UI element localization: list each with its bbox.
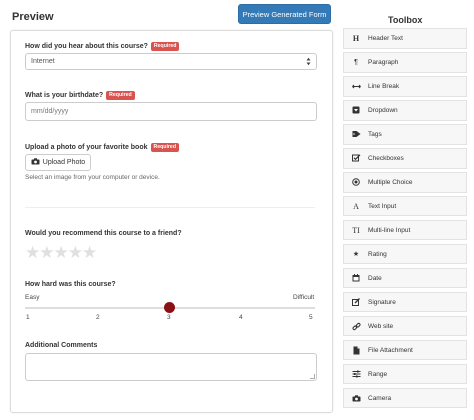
range-tick-label: 5 — [309, 314, 313, 321]
toolbox-item-multiple-choice[interactable]: Multiple Choice — [343, 171, 467, 193]
header-icon: H — [352, 33, 360, 43]
resize-grip-icon[interactable] — [310, 374, 315, 379]
multiple-choice-icon — [344, 178, 368, 187]
toolbox-item-label: Text Input — [368, 202, 397, 210]
toolbox-list: H Header Text ¶ Paragraph Line Break Dro… — [343, 28, 467, 412]
toolbox-item-label: Dropdown — [368, 106, 398, 114]
signature-icon — [344, 298, 368, 307]
multi-line-input-icon: TI — [352, 225, 360, 235]
birthdate-placeholder: mm/dd/yyyy — [31, 108, 69, 115]
toolbox-item-label: Multi-line Input — [368, 226, 411, 234]
toolbox-item-label: Multiple Choice — [368, 178, 413, 186]
question-photo-label: Upload a photo of your favorite book Req… — [25, 143, 179, 152]
range-icon — [344, 370, 368, 378]
star-icon[interactable]: ★ — [68, 244, 83, 261]
range-tick-label: 2 — [96, 314, 100, 321]
camera-icon — [31, 158, 43, 167]
toolbox-item-signature[interactable]: Signature — [343, 291, 467, 313]
toolbox-item-header-text[interactable]: H Header Text — [343, 28, 467, 49]
toolbox-item-label: Paragraph — [368, 58, 399, 66]
referral-dropdown[interactable]: Internet — [25, 53, 317, 70]
comments-textarea[interactable] — [25, 353, 317, 381]
question-difficulty-label: How hard was this course? — [25, 281, 116, 288]
toolbox-item-label: Signature — [368, 298, 396, 306]
toolbox-item-label: Rating — [368, 250, 387, 258]
preview-title: Preview — [12, 11, 54, 23]
upload-photo-label: Upload Photo — [42, 159, 86, 166]
question-photo-text: Upload a photo of your favorite book — [25, 144, 148, 151]
web-site-icon — [344, 322, 368, 331]
range-max-label: Difficult — [293, 294, 315, 301]
star-icon[interactable]: ★ — [39, 244, 54, 261]
toolbox-item-tags[interactable]: Tags — [343, 123, 467, 145]
dropdown-icon — [344, 106, 368, 114]
star-icon[interactable]: ★ — [54, 244, 69, 261]
toolbox-item-web-site[interactable]: Web site — [343, 315, 467, 337]
toolbox-item-label: Range — [368, 370, 388, 378]
toolbox-item-range[interactable]: Range — [343, 363, 467, 385]
toolbox-item-label: Date — [368, 274, 382, 282]
toolbox-item-label: Line Break — [368, 82, 400, 90]
camera-icon — [344, 394, 368, 402]
toolbox-item-label: File Attachment — [368, 346, 413, 354]
question-referral-label: How did you hear about this course? Requ… — [25, 42, 180, 51]
toolbox-item-date[interactable]: Date — [343, 267, 467, 289]
range-tick-label: 1 — [26, 314, 30, 321]
divider — [25, 207, 315, 208]
toolbox-item-label: Checkboxes — [368, 154, 404, 162]
line-break-icon — [344, 84, 368, 89]
date-icon — [344, 274, 368, 282]
text-input-icon: A — [353, 201, 359, 211]
question-recommend-label: Would you recommend this course to a fri… — [25, 230, 182, 237]
birthdate-input[interactable]: mm/dd/yyyy — [25, 102, 317, 121]
question-comments-label: Additional Comments — [25, 342, 97, 349]
toolbox-item-rating[interactable]: ★ Rating — [343, 243, 467, 265]
toolbox-item-file-attachment[interactable]: File Attachment — [343, 339, 467, 361]
toolbox-item-label: Header Text — [368, 34, 403, 42]
range-min-label: Easy — [25, 294, 40, 301]
question-recommend-text: Would you recommend this course to a fri… — [25, 230, 182, 237]
toolbox-item-label: Web site — [368, 322, 394, 330]
preview-generated-form-button[interactable]: Preview Generated Form — [238, 4, 331, 24]
required-badge: Required — [150, 143, 179, 152]
range-tick-label: 3 — [167, 314, 171, 321]
toolbox-item-camera[interactable]: Camera — [343, 387, 467, 409]
question-difficulty-text: How hard was this course? — [25, 281, 116, 288]
required-badge: Required — [106, 91, 135, 100]
question-birthdate-label: What is your birthdate? Required — [25, 91, 135, 100]
required-badge: Required — [150, 42, 180, 51]
toolbox-item-paragraph[interactable]: ¶ Paragraph — [343, 51, 467, 73]
paragraph-icon: ¶ — [354, 58, 358, 66]
select-caret-icon — [306, 57, 311, 66]
referral-dropdown-value: Internet — [31, 58, 55, 65]
star-icon[interactable]: ★ — [25, 244, 40, 261]
question-comments-text: Additional Comments — [25, 342, 98, 349]
toolbox-title: Toolbox — [388, 15, 423, 25]
toolbox-item-line-break[interactable]: Line Break — [343, 75, 467, 97]
star-rating[interactable]: ★ ★ ★ ★ ★ — [25, 244, 97, 261]
upload-help-text: Select an image from your computer or de… — [25, 174, 160, 181]
question-birthdate-text: What is your birthdate? — [25, 92, 104, 99]
file-attachment-icon — [344, 346, 368, 355]
checkboxes-icon — [344, 154, 368, 162]
question-referral-text: How did you hear about this course? — [25, 43, 148, 50]
toolbox-item-text-input[interactable]: A Text Input — [343, 195, 467, 217]
star-icon[interactable]: ★ — [82, 244, 97, 261]
upload-photo-button[interactable]: Upload Photo — [25, 154, 91, 171]
range-tick-label: 4 — [239, 314, 243, 321]
toolbox-item-label: Camera — [368, 394, 392, 402]
difficulty-slider-handle[interactable] — [164, 302, 175, 313]
toolbox-item-checkboxes[interactable]: Checkboxes — [343, 147, 467, 169]
form-preview-panel: How did you hear about this course? Requ… — [10, 30, 333, 413]
rating-icon: ★ — [352, 251, 360, 259]
tags-icon — [344, 130, 368, 138]
toolbox-item-dropdown[interactable]: Dropdown — [343, 99, 467, 121]
toolbox-item-label: Tags — [368, 130, 382, 138]
toolbox-item-multi-line-input[interactable]: TI Multi-line Input — [343, 219, 467, 241]
